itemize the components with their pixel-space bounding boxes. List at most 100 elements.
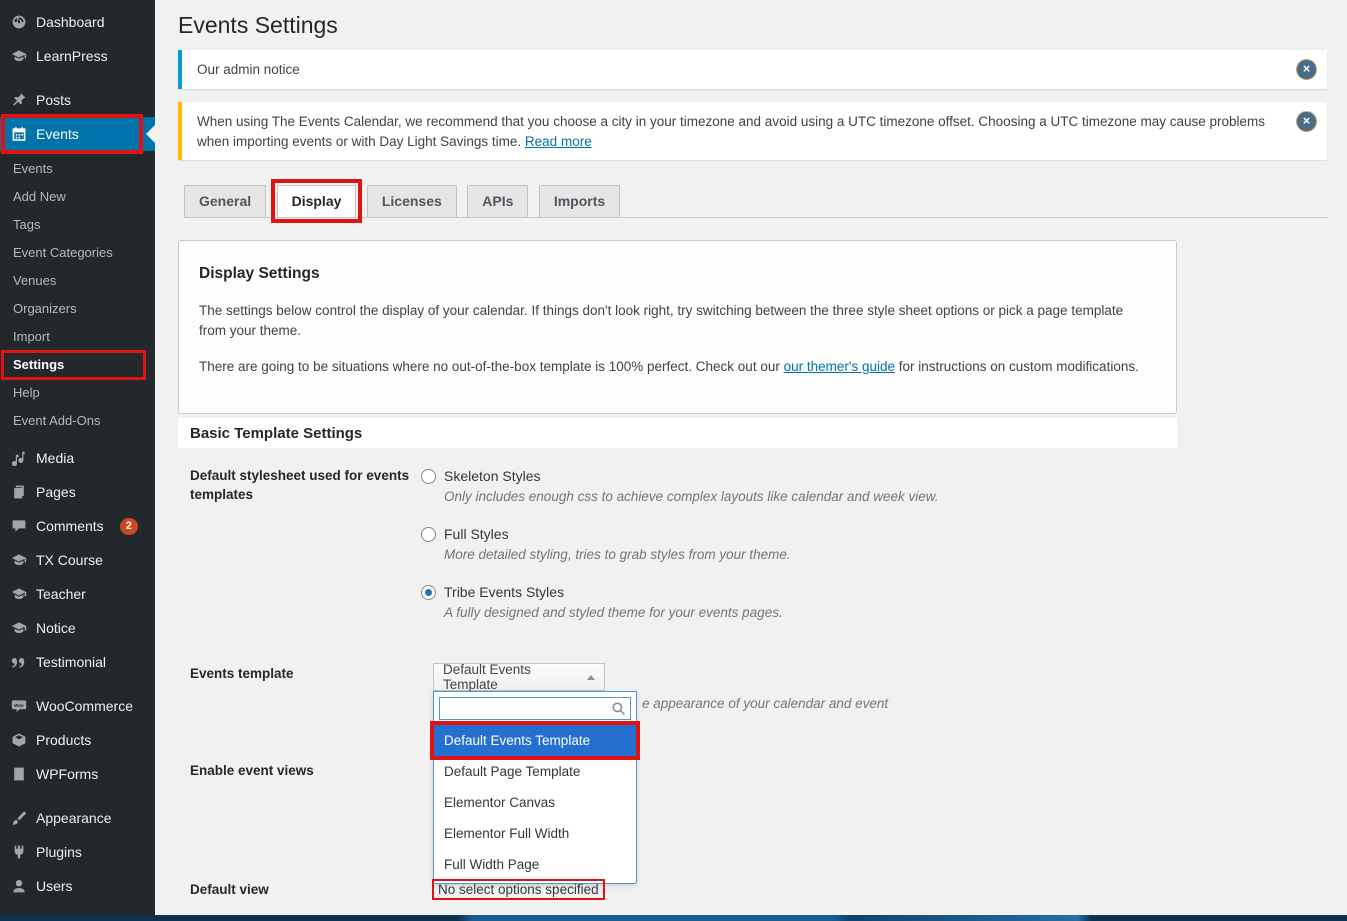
sidebar-separator [0, 679, 155, 689]
sidebar-item-events[interactable]: Events [0, 117, 155, 151]
sidebar-item-testimonial[interactable]: Testimonial [0, 645, 155, 679]
chevron-up-icon [587, 675, 595, 680]
sidebar-item-label: Pages [36, 484, 76, 500]
sidebar-subitem-import[interactable]: Import [0, 323, 155, 351]
sidebar-subitem-add-new[interactable]: Add New [0, 183, 155, 211]
radio-option-skeleton-styles: Skeleton Styles Only includes enough css… [421, 468, 939, 504]
sidebar-item-label: Testimonial [36, 654, 106, 670]
tab-display[interactable]: Display [277, 185, 357, 217]
sidebar-separator [0, 73, 155, 83]
sidebar-item-label: Products [36, 732, 91, 748]
quote-icon [10, 654, 27, 671]
sidebar-subitem-organizers[interactable]: Organizers [0, 295, 155, 323]
sidebar-subitem-venues[interactable]: Venues [0, 267, 155, 295]
display-settings-paragraph-1: The settings below control the display o… [199, 301, 1144, 341]
sidebar-item-label: TX Course [36, 552, 103, 568]
graduation-cap-icon [10, 586, 27, 603]
sidebar-item-woocommerce[interactable]: Woo WooCommerce [0, 689, 155, 723]
content-area: Events Settings Our admin notice × When … [155, 0, 1347, 915]
display-settings-heading: Display Settings [199, 265, 1156, 283]
sidebar-item-media[interactable]: Media [0, 441, 155, 475]
enable-event-views-label: Enable event views [190, 761, 314, 780]
sidebar-item-label: Events [36, 126, 79, 142]
cube-icon [10, 732, 27, 749]
basic-template-settings-bar: Basic Template Settings [178, 418, 1177, 448]
radio-button-skeleton[interactable] [421, 469, 436, 484]
paintbrush-icon [10, 810, 27, 827]
radio-label: Skeleton Styles [444, 468, 541, 484]
sidebar-item-label: Plugins [36, 844, 82, 860]
timezone-notice-text: When using The Events Calendar, we recom… [197, 114, 1265, 149]
form-icon [10, 766, 27, 783]
radio-option-tribe-events-styles: Tribe Events Styles A fully designed and… [421, 584, 783, 620]
sidebar-item-wpforms[interactable]: WPForms [0, 757, 155, 791]
search-icon [611, 701, 626, 716]
dropdown-search-input[interactable] [439, 697, 631, 720]
admin-sidebar: Dashboard LearnPress Posts Events Events… [0, 0, 155, 915]
sidebar-item-label: Appearance [36, 810, 112, 826]
events-template-select[interactable]: Default Events Template [433, 663, 605, 691]
admin-notice-text: Our admin notice [197, 62, 300, 77]
sidebar-item-label: Posts [36, 92, 71, 108]
comments-count-badge: 2 [120, 518, 138, 535]
sidebar-item-comments[interactable]: Comments 2 [0, 509, 155, 543]
sidebar-item-users[interactable]: Users [0, 869, 155, 903]
page-title: Events Settings [178, 12, 338, 39]
comment-icon [10, 518, 27, 535]
sidebar-item-appearance[interactable]: Appearance [0, 801, 155, 835]
default-view-label: Default view [190, 880, 269, 899]
selected-value: Default Events Template [443, 662, 580, 692]
radio-description: More detailed styling, tries to grab sty… [444, 547, 791, 562]
dropdown-option-full-width-page[interactable]: Full Width Page [434, 849, 636, 880]
display-settings-paragraph-2: There are going to be situations where n… [199, 357, 1144, 377]
sidebar-item-pages[interactable]: Pages [0, 475, 155, 509]
sidebar-item-label: Dashboard [36, 14, 105, 30]
radio-description: Only includes enough css to achieve comp… [444, 489, 939, 504]
sidebar-subitem-help[interactable]: Help [0, 379, 155, 407]
read-more-link[interactable]: Read more [525, 134, 592, 149]
tab-imports[interactable]: Imports [539, 185, 620, 217]
sidebar-subitem-event-categories[interactable]: Event Categories [0, 239, 155, 267]
graduation-cap-icon [10, 552, 27, 569]
dismiss-icon[interactable]: × [1297, 112, 1316, 131]
sidebar-item-dashboard[interactable]: Dashboard [0, 5, 155, 39]
events-template-dropdown: Default Events Template Default Page Tem… [433, 691, 637, 884]
sidebar-item-plugins[interactable]: Plugins [0, 835, 155, 869]
taskbar-edge [0, 915, 1347, 921]
timezone-notice: When using The Events Calendar, we recom… [178, 102, 1327, 160]
dropdown-option-default-events-template[interactable]: Default Events Template [434, 725, 636, 756]
radio-button-tribe[interactable] [421, 585, 436, 600]
sidebar-subitem-settings[interactable]: Settings [0, 351, 155, 379]
radio-option-full-styles: Full Styles More detailed styling, tries… [421, 526, 791, 562]
sidebar-item-label: WooCommerce [36, 698, 133, 714]
radio-button-full[interactable] [421, 527, 436, 542]
themers-guide-link[interactable]: our themer's guide [784, 359, 895, 374]
sidebar-item-label: Users [36, 878, 73, 894]
sidebar-subitem-tags[interactable]: Tags [0, 211, 155, 239]
sidebar-subitem-events[interactable]: Events [0, 155, 155, 183]
dismiss-icon[interactable]: × [1297, 60, 1316, 79]
sidebar-item-posts[interactable]: Posts [0, 83, 155, 117]
sidebar-item-label: WPForms [36, 766, 98, 782]
sidebar-subitem-event-add-ons[interactable]: Event Add-Ons [0, 407, 155, 435]
sidebar-item-teacher[interactable]: Teacher [0, 577, 155, 611]
sidebar-item-label: Comments [36, 518, 104, 534]
dashboard-icon [10, 14, 27, 31]
tab-licenses[interactable]: Licenses [367, 185, 457, 217]
user-icon [10, 878, 27, 895]
sidebar-item-tx-course[interactable]: TX Course [0, 543, 155, 577]
dropdown-option-elementor-canvas[interactable]: Elementor Canvas [434, 787, 636, 818]
dropdown-option-default-page-template[interactable]: Default Page Template [434, 756, 636, 787]
admin-notice: Our admin notice × [178, 50, 1327, 89]
woocommerce-icon: Woo [10, 698, 27, 715]
sidebar-item-label: Notice [36, 620, 76, 636]
basic-template-settings-heading: Basic Template Settings [190, 425, 362, 442]
sidebar-item-notice[interactable]: Notice [0, 611, 155, 645]
pushpin-icon [10, 92, 27, 109]
sidebar-item-products[interactable]: Products [0, 723, 155, 757]
sidebar-item-label: Teacher [36, 586, 86, 602]
tab-general[interactable]: General [184, 185, 266, 217]
tab-apis[interactable]: APIs [467, 185, 528, 217]
dropdown-option-elementor-full-width[interactable]: Elementor Full Width [434, 818, 636, 849]
sidebar-item-learnpress[interactable]: LearnPress [0, 39, 155, 73]
